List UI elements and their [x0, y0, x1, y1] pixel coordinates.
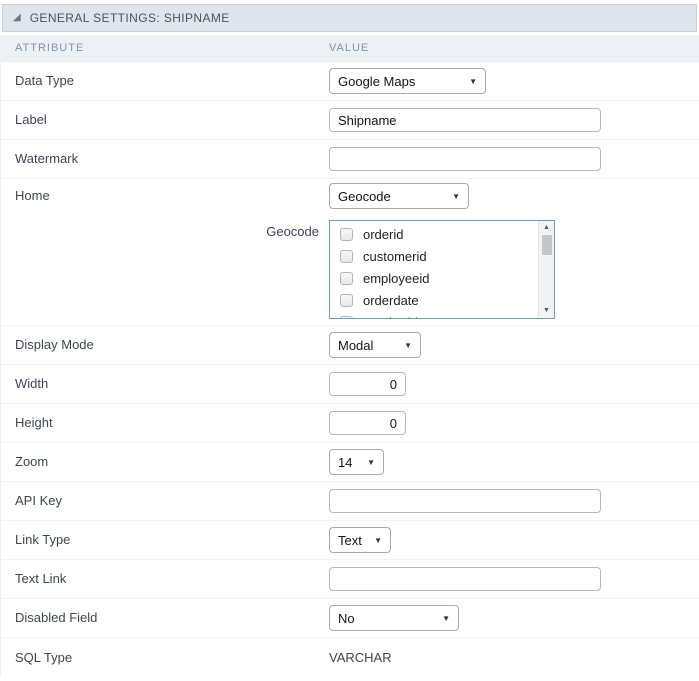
table-header-row: ATTRIBUTE VALUE [1, 35, 699, 62]
option-label: orderid [363, 226, 404, 242]
checkbox[interactable] [340, 227, 353, 241]
scrollbar[interactable]: ▲ ▼ [538, 221, 554, 318]
disabled-field-select[interactable]: No ▼ [329, 605, 459, 631]
settings-panel: ◢ GENERAL SETTINGS: SHIPNAME ATTRIBUTE V… [0, 4, 699, 677]
attribute-sublabel: Geocode [266, 224, 319, 239]
scrollbar-thumb[interactable] [541, 235, 552, 255]
table-row-height: Height [1, 404, 699, 443]
data-type-select[interactable]: Google Maps ▼ [329, 68, 486, 94]
attribute-label: Link Type [15, 532, 71, 547]
height-input[interactable] [329, 411, 406, 435]
geocode-listbox[interactable]: orderid customerid employeeid orderdate … [329, 220, 555, 319]
checkbox[interactable] [340, 315, 353, 318]
checkbox[interactable] [340, 249, 353, 263]
watermark-input[interactable] [329, 147, 601, 171]
table-row-disabled-field: Disabled Field No ▼ [1, 599, 699, 638]
geocode-option[interactable]: employeeid [330, 267, 537, 289]
table-row-sql-type: SQL Type VARCHAR [1, 638, 699, 677]
attribute-label: Disabled Field [15, 610, 98, 625]
scroll-down-icon[interactable]: ▼ [539, 304, 555, 318]
sql-type-value: VARCHAR [329, 650, 392, 665]
attribute-label: Width [15, 376, 49, 391]
column-header-value: VALUE [329, 42, 370, 54]
geocode-option[interactable]: customerid [330, 245, 537, 267]
checkbox[interactable] [340, 293, 353, 307]
api-key-input[interactable] [329, 489, 601, 513]
chevron-down-icon: ▼ [469, 76, 477, 86]
checkbox[interactable] [340, 271, 353, 285]
option-label: employeeid [363, 270, 430, 286]
select-value: Geocode [338, 188, 391, 204]
display-mode-select[interactable]: Modal ▼ [329, 332, 421, 358]
chevron-down-icon: ▼ [452, 191, 460, 201]
attribute-label: Zoom [15, 454, 49, 469]
table-row-width: Width [1, 365, 699, 404]
chevron-down-icon: ▼ [374, 535, 382, 545]
label-input[interactable] [329, 108, 601, 132]
attribute-label: Data Type [15, 73, 75, 88]
chevron-down-icon: ▼ [404, 340, 412, 350]
attribute-label: Display Mode [15, 337, 94, 352]
text-link-input[interactable] [329, 567, 601, 591]
table-row-geocode: Geocode orderid customerid employeeid or… [1, 213, 699, 326]
attribute-label: Height [15, 415, 53, 430]
attribute-label: Label [15, 112, 47, 127]
attribute-label: SQL Type [15, 649, 73, 665]
table-row-label: Label [1, 101, 699, 140]
home-select[interactable]: Geocode ▼ [329, 183, 469, 209]
table-row-watermark: Watermark [1, 140, 699, 179]
geocode-option[interactable]: orderid [330, 223, 537, 245]
geocode-option-list: orderid customerid employeeid orderdate [330, 223, 537, 319]
table-row-link-type: Link Type Text ▼ [1, 521, 699, 560]
attribute-label: Home [15, 188, 50, 203]
option-label: requireddate [363, 315, 436, 319]
chevron-down-icon: ▼ [367, 457, 375, 467]
column-header-attribute: ATTRIBUTE [15, 42, 85, 54]
table-row-zoom: Zoom 14 ▼ [1, 443, 699, 482]
select-value: No [338, 610, 355, 626]
select-value: 14 [338, 454, 353, 470]
option-label: orderdate [363, 292, 419, 308]
table-row-display-mode: Display Mode Modal ▼ [1, 326, 699, 365]
geocode-option[interactable]: orderdate [330, 289, 537, 311]
geocode-option[interactable]: requireddate [330, 311, 537, 319]
width-input[interactable] [329, 372, 406, 396]
select-value: Google Maps [338, 73, 416, 89]
select-value: Modal [338, 337, 374, 353]
zoom-select[interactable]: 14 ▼ [329, 449, 384, 475]
attribute-label: Text Link [15, 571, 67, 586]
attributes-table: ATTRIBUTE VALUE Data Type Google Maps ▼ … [0, 35, 699, 677]
collapse-icon: ◢ [13, 12, 21, 23]
section-title: GENERAL SETTINGS: SHIPNAME [29, 11, 230, 25]
section-header[interactable]: ◢ GENERAL SETTINGS: SHIPNAME [2, 4, 697, 32]
attribute-label: API Key [15, 493, 62, 508]
table-row-text-link: Text Link [1, 560, 699, 599]
select-value: Text [338, 532, 362, 548]
attribute-label: Watermark [15, 151, 79, 166]
table-row-data-type: Data Type Google Maps ▼ [1, 62, 699, 101]
chevron-down-icon: ▼ [442, 613, 450, 623]
link-type-select[interactable]: Text ▼ [329, 527, 391, 553]
table-row-api-key: API Key [1, 482, 699, 521]
option-label: customerid [363, 248, 427, 264]
scroll-up-icon[interactable]: ▲ [539, 221, 555, 235]
table-row-home: Home Geocode ▼ [1, 179, 699, 213]
